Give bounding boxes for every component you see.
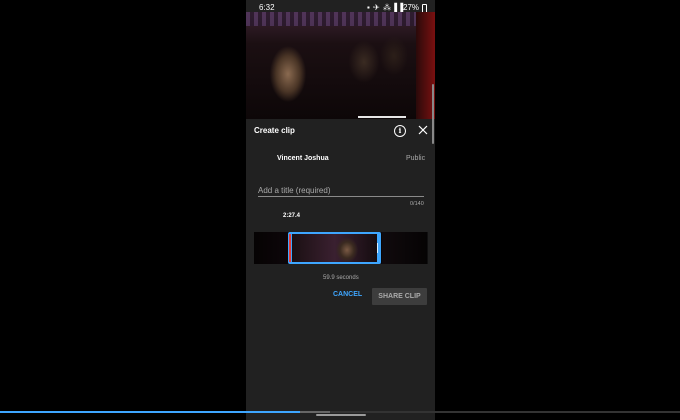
player-progress-fill [0,411,300,413]
visibility-label: Public [406,155,426,162]
status-icons: ▪ ✈ ⁂ ▌▌ [367,3,407,12]
clip-duration: 59.9 seconds [323,275,359,281]
player-progress-buffer [300,411,330,413]
filmstrip-dim-left [254,232,288,264]
phone-screen: 6:32 ▪ ✈ ⁂ ▌▌ 27% Create clip i Vincent … [246,0,435,420]
right-trim-handle[interactable] [377,243,378,253]
status-time: 6:32 [259,3,275,12]
playhead[interactable] [289,234,291,262]
channel-name: Vincent Joshua [277,155,329,162]
video-player[interactable] [246,12,435,119]
clip-selection-window[interactable] [288,232,381,264]
sheet-title: Create clip [254,126,295,135]
title-input-underline [258,196,424,197]
home-indicator[interactable] [316,414,366,416]
battery-level: 27% [403,3,420,12]
scrollbar[interactable] [432,84,434,144]
clip-title-input[interactable] [258,185,424,195]
cancel-button[interactable]: CANCEL [333,291,362,298]
video-frame-detail [246,12,435,26]
close-icon[interactable] [417,124,429,136]
char-counter: 0/140 [410,201,424,207]
info-icon[interactable]: i [394,125,406,137]
clip-time-marker: 2:27.4 [283,213,301,219]
video-progress-indicator [358,116,406,118]
share-clip-button[interactable]: SHARE CLIP [372,288,427,305]
filmstrip-dim-right [381,232,427,264]
